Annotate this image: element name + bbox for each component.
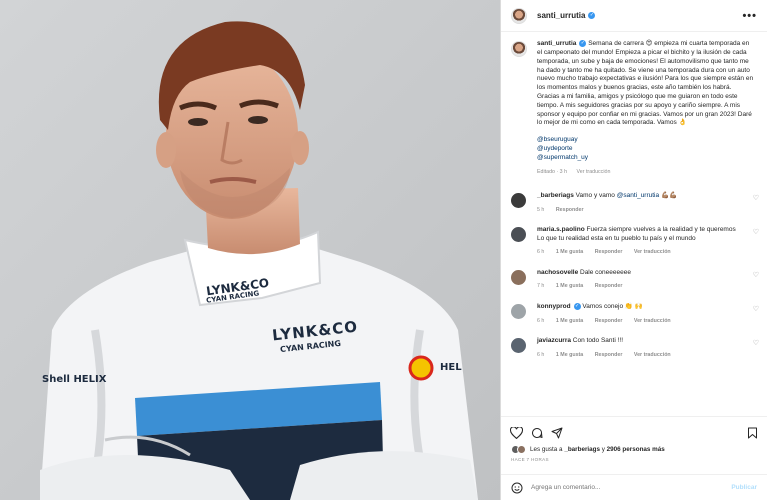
comment-avatar[interactable] xyxy=(511,193,526,209)
action-icons xyxy=(501,417,767,443)
sponsor-left-text: Shell HELIX xyxy=(42,374,107,385)
heart-icon[interactable] xyxy=(510,427,523,439)
like-comment-icon[interactable]: ♡ xyxy=(753,271,759,279)
comment-avatar[interactable] xyxy=(511,303,526,319)
see-translation-link[interactable]: Ver traducción xyxy=(577,169,611,175)
tag-link[interactable]: @uydeporte xyxy=(537,145,755,154)
comment-item: nachosovelle Dale coneeeeeee 7 h 1 Me gu… xyxy=(501,269,767,291)
comment-username[interactable]: nachosovelle xyxy=(537,269,578,276)
likes-summary[interactable]: Les gusta a _barberiags y 2906 personas … xyxy=(501,443,767,454)
comment-text: Con todo Santi !!! xyxy=(572,337,624,345)
caption: santi_urrutia ✓ Semana de carrera 😍 empie… xyxy=(501,32,767,176)
post-photo[interactable]: LYNK&CO CYAN RACING LYNK&CO CYAN RACING … xyxy=(0,0,500,500)
likes-user[interactable]: _barberiags xyxy=(564,446,600,453)
verified-icon: ✓ xyxy=(573,302,581,310)
comment-likes-count[interactable]: 1 Me gusta xyxy=(556,249,583,255)
likes-middle: y xyxy=(601,446,605,453)
comment-avatar[interactable] xyxy=(511,338,526,354)
avatar[interactable] xyxy=(511,7,527,24)
publish-button[interactable]: Publicar xyxy=(731,484,757,491)
comment-time: 7 h xyxy=(537,283,545,290)
bookmark-icon[interactable] xyxy=(747,427,758,439)
post-header: santi_urrutia ✓ ••• xyxy=(501,0,767,32)
comment-username[interactable]: konnyprod xyxy=(537,303,571,310)
caption-meta: Editado · 3 h Ver traducción xyxy=(537,168,755,177)
like-comment-icon[interactable]: ♡ xyxy=(753,339,759,347)
comment-item: javiazcurra Con todo Santi !!! 6 h 1 Me … xyxy=(501,337,767,359)
comment-username[interactable]: _barberiags xyxy=(537,192,574,199)
post-time: HACE 7 HORAS xyxy=(511,457,549,462)
see-translation-link[interactable]: Ver traducción xyxy=(634,352,671,358)
comment-emoji: 💪🏽💪🏽 xyxy=(660,192,678,200)
like-comment-icon[interactable]: ♡ xyxy=(753,305,759,313)
see-translation-link[interactable]: Ver traducción xyxy=(634,249,671,255)
comment-item: _barberiags Vamo y vamo @santi_urrutia 💪… xyxy=(501,192,767,214)
add-comment-bar: Publicar xyxy=(501,474,767,500)
driver-portrait xyxy=(0,0,500,500)
caption-tags: @bseuruguay @uydeporte @supermatch_uy xyxy=(537,136,755,162)
likes-prefix: Les gusta a xyxy=(530,446,563,453)
caption-username[interactable]: santi_urrutia xyxy=(537,40,576,47)
comments-scroll[interactable]: santi_urrutia ✓ Semana de carrera 😍 empie… xyxy=(501,32,767,416)
comment-likes-count[interactable]: 1 Me gusta xyxy=(556,318,583,324)
comment-avatar[interactable] xyxy=(511,269,526,285)
comment-avatar[interactable] xyxy=(511,227,526,243)
tag-link[interactable]: @bseuruguay xyxy=(537,136,755,145)
reply-button[interactable]: Responder xyxy=(556,207,584,213)
verified-icon: ✓ xyxy=(579,40,587,47)
comment-time: 5 h xyxy=(537,206,545,213)
comment-item: maria.s.paolino Fuerza siempre vuelves a… xyxy=(501,226,767,257)
reply-button[interactable]: Responder xyxy=(595,318,623,324)
reply-button[interactable]: Responder xyxy=(595,249,623,255)
comment-likes-count[interactable]: 1 Me gusta xyxy=(556,352,583,358)
comment-likes-count[interactable]: 1 Me gusta xyxy=(556,283,583,289)
likes-count[interactable]: 2906 personas más xyxy=(607,446,665,453)
see-translation-link[interactable]: Ver traducción xyxy=(634,318,671,324)
comment-text: Vamo y vamo xyxy=(575,192,615,200)
emoji-icon[interactable] xyxy=(511,482,523,494)
more-options-icon[interactable]: ••• xyxy=(742,10,757,22)
comment-username[interactable]: javiazcurra xyxy=(537,337,571,344)
caption-time: Editado · 3 h xyxy=(537,168,568,175)
verified-icon: ✓ xyxy=(588,12,596,20)
comment-input[interactable] xyxy=(531,484,732,491)
liker-avatar xyxy=(517,445,526,454)
tag-link[interactable]: @supermatch_uy xyxy=(537,154,755,163)
comment-icon[interactable] xyxy=(531,427,543,439)
caption-avatar[interactable] xyxy=(511,41,527,57)
share-icon[interactable] xyxy=(551,427,563,439)
like-comment-icon[interactable]: ♡ xyxy=(753,194,759,202)
caption-text: Semana de carrera 😍 empieza mi cuarta te… xyxy=(537,40,754,127)
comment-time: 6 h xyxy=(537,317,545,324)
comment-username[interactable]: maria.s.paolino xyxy=(537,226,585,233)
post-sidebar: santi_urrutia ✓ ••• santi_urrutia ✓ Semana… xyxy=(500,0,767,500)
reply-button[interactable]: Responder xyxy=(595,352,623,358)
comment-mention[interactable]: @santi_urrutia xyxy=(617,192,659,199)
comment-text: Dale coneeeeeee xyxy=(580,268,631,276)
author-username[interactable]: santi_urrutia ✓ xyxy=(537,11,596,20)
comment-text: Vamos conejo 👏 🙌 xyxy=(582,303,643,311)
sponsor-right-text: HEL xyxy=(440,362,462,373)
reply-button[interactable]: Responder xyxy=(595,283,623,289)
comment-time: 6 h xyxy=(537,249,545,256)
post-actions-area: Les gusta a _barberiags y 2906 personas … xyxy=(501,416,767,500)
comment-item: konnyprod ✓ Vamos conejo 👏 🙌 6 h 1 Me gus… xyxy=(501,302,767,325)
like-comment-icon[interactable]: ♡ xyxy=(753,228,759,236)
comment-time: 6 h xyxy=(537,351,545,358)
